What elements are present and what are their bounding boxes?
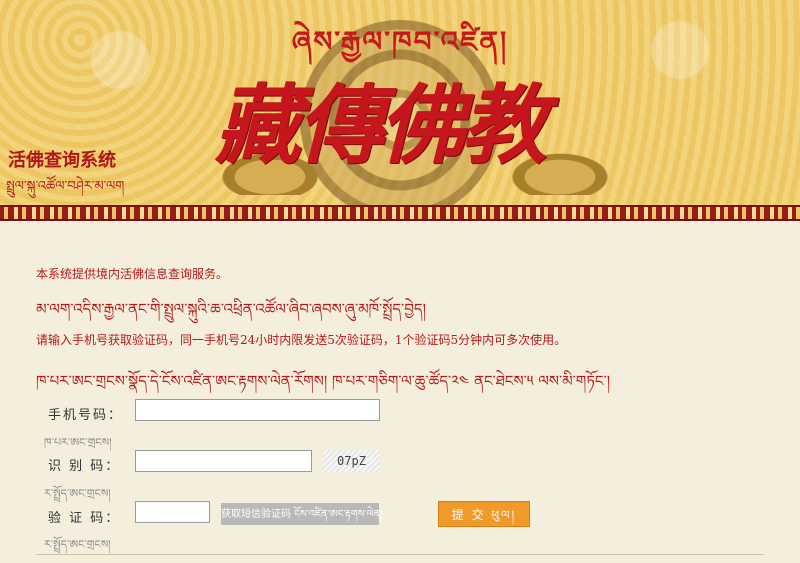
divider (36, 554, 764, 555)
captcha-label: 识 别 码： (48, 459, 121, 474)
decorative-border (0, 205, 800, 221)
phone-input[interactable] (135, 399, 380, 421)
intro-text: 本系统提供境内活佛信息查询服务。 (36, 267, 229, 281)
code-label: 验 证 码： (48, 511, 121, 526)
main-content: 本系统提供境内活佛信息查询服务。 མ་ལག་འདིས་རྒྱལ་ནང་གི་སྤ… (0, 221, 800, 560)
header-banner: ཞེས་རྒྱལ་ཁབ་འཛིན། 藏傳佛教 活佛查询系统 སྤྲུལ་སྐུ་… (0, 0, 800, 205)
submit-button[interactable]: 提 交 ཕུལ། (438, 501, 530, 527)
verification-code-input[interactable] (135, 501, 210, 523)
instruction-text: 请输入手机号获取验证码，同一手机号24小时内限发送5次验证码，1个验证码5分钟内… (36, 333, 567, 347)
code-sublabel: ར་སྤྲོད་ཨང་གྲངས། (44, 538, 111, 551)
app-name: 活佛查询系统 (8, 150, 116, 171)
app-name-tibetan: སྤྲུལ་སྐུ་འཚོལ་བཤེར་མ་ལག (6, 179, 125, 194)
banner-main-title: 藏傳佛教 (215, 75, 547, 176)
captcha-image[interactable]: 07pZ (323, 450, 380, 472)
captcha-input[interactable] (135, 450, 312, 472)
get-sms-code-button[interactable]: 获取短信验证码 ངོས་འཛིན་ཨང་རྟགས་ལེན། (221, 503, 382, 525)
intro-text-tibetan: མ་ལག་འདིས་རྒྱལ་ནང་གི་སྤྲུལ་སྐུའི་ཆ་འཕྲིན… (36, 300, 426, 318)
phone-label: 手机号码： (48, 408, 124, 423)
